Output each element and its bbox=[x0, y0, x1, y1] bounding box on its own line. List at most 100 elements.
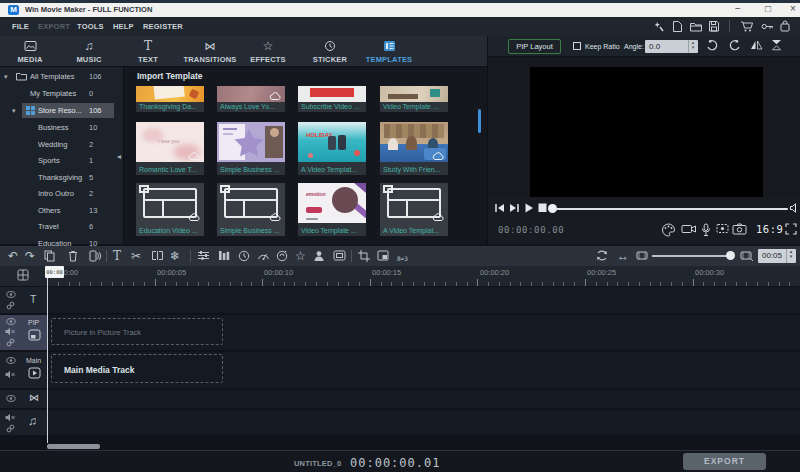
tab-effects[interactable]: ☆ EFFECTS bbox=[236, 39, 300, 64]
mute-icon[interactable] bbox=[5, 413, 15, 422]
tab-sticker[interactable]: STICKER bbox=[298, 39, 362, 64]
detach-icon[interactable] bbox=[151, 250, 164, 261]
sidebar-item-sports[interactable]: Sports1 bbox=[0, 153, 124, 168]
pip-mask-icon[interactable] bbox=[377, 250, 389, 261]
tab-music[interactable]: ♫ MUSIC bbox=[57, 39, 121, 64]
play-button[interactable] bbox=[524, 203, 534, 213]
timeline-horizontal-scrollbar[interactable] bbox=[47, 444, 100, 449]
color-palette-icon[interactable] bbox=[661, 223, 676, 237]
sidebar-item-others[interactable]: Others13 bbox=[0, 203, 124, 218]
split-scissors-icon[interactable]: ✂ bbox=[131, 249, 141, 263]
snapshot-camera-icon[interactable] bbox=[732, 223, 747, 235]
tab-text[interactable]: T TEXT bbox=[116, 39, 180, 64]
sidebar-item-business[interactable]: Business10 bbox=[0, 120, 124, 135]
angle-input[interactable]: 0.0▴▾ bbox=[645, 40, 698, 53]
template-card[interactable]: Thanksgiving Da... bbox=[136, 86, 204, 112]
rotate-ccw-icon[interactable] bbox=[706, 39, 719, 51]
eye-icon[interactable] bbox=[6, 357, 16, 364]
stop-button[interactable] bbox=[538, 203, 547, 213]
tab-transitions[interactable]: ⋈ TRANSITIONS bbox=[178, 39, 242, 64]
fit-timeline-icon[interactable]: ↔ bbox=[617, 249, 629, 263]
text-track-lane[interactable] bbox=[47, 287, 800, 313]
template-card[interactable]: Study With Frien... bbox=[380, 122, 448, 175]
duration-spinner[interactable]: ▴▾ bbox=[786, 249, 795, 263]
tab-templates[interactable]: TEMPLATES bbox=[357, 39, 421, 64]
sidebar-item-thanksgiving[interactable]: Thanksgiving5 bbox=[0, 170, 124, 185]
playhead-flag[interactable]: 00:00 bbox=[45, 266, 64, 278]
rotate-cw-icon[interactable] bbox=[728, 39, 741, 51]
menu-file[interactable]: FILE bbox=[12, 22, 29, 31]
duration-icon[interactable] bbox=[238, 250, 250, 262]
sidebar-item-store-resources[interactable]: ▾ Store Reso... 106 bbox=[0, 103, 124, 118]
effects-star-icon[interactable]: ☆ bbox=[295, 249, 306, 263]
seek-handle[interactable] bbox=[548, 204, 557, 213]
text-track-header[interactable]: T bbox=[0, 287, 47, 313]
menu-tools[interactable]: TOOLS bbox=[77, 22, 104, 31]
collapse-panel-arrow[interactable]: ◂ bbox=[117, 152, 121, 161]
new-project-icon[interactable] bbox=[672, 20, 683, 33]
record-screen-icon[interactable] bbox=[716, 223, 729, 234]
template-card[interactable]: HOLIDAY A Video Templat... bbox=[298, 122, 366, 175]
template-card[interactable]: Simple Business ... bbox=[217, 183, 285, 236]
speed-icon[interactable] bbox=[257, 250, 270, 261]
avatar-icon[interactable] bbox=[313, 250, 325, 262]
expand-arrow-icon[interactable]: ▾ bbox=[4, 73, 8, 81]
add-text-icon[interactable]: T bbox=[113, 249, 121, 263]
audio-track-lane[interactable] bbox=[47, 410, 800, 435]
expand-arrow-icon[interactable]: ▾ bbox=[12, 107, 16, 115]
template-card[interactable]: Simple Business ... bbox=[217, 122, 285, 175]
frame-badge[interactable]: 8=3 bbox=[397, 252, 408, 266]
undo-icon[interactable]: ↶ bbox=[8, 249, 18, 263]
pip-track-lane[interactable]: Picture in Picture Track bbox=[47, 315, 800, 350]
clip-duration-input[interactable]: 00:05▴▾ bbox=[758, 249, 796, 263]
link-icon[interactable] bbox=[6, 338, 15, 347]
aspect-ratio-display[interactable]: 16:9 bbox=[756, 223, 783, 235]
delete-icon[interactable] bbox=[68, 250, 78, 262]
sidebar-item-all-templates[interactable]: ▾ All Templates 106 bbox=[0, 69, 124, 84]
manage-tracks-icon[interactable] bbox=[17, 269, 29, 281]
minimize-button[interactable]: − bbox=[731, 3, 745, 14]
maximize-button[interactable]: □ bbox=[761, 3, 775, 14]
microphone-icon[interactable] bbox=[701, 223, 711, 237]
voiceover-icon[interactable] bbox=[88, 250, 101, 262]
timeline-zoom-slider[interactable] bbox=[652, 255, 730, 257]
audio-mixer-icon[interactable] bbox=[218, 250, 230, 261]
zoom-in-film-icon[interactable] bbox=[740, 251, 753, 261]
eye-icon[interactable] bbox=[6, 395, 16, 402]
mute-icon[interactable] bbox=[5, 370, 15, 379]
frame-icon[interactable] bbox=[333, 250, 346, 261]
zoom-out-film-icon[interactable] bbox=[636, 251, 648, 260]
template-card[interactable]: I love you Romantic Love T... bbox=[136, 122, 204, 175]
sidebar-item-intro-outro[interactable]: Intro Outro2 bbox=[0, 186, 124, 201]
crop-icon[interactable] bbox=[358, 250, 370, 262]
fullscreen-icon[interactable] bbox=[785, 223, 797, 235]
export-button[interactable]: EXPORT bbox=[683, 453, 766, 470]
eye-icon[interactable] bbox=[6, 318, 16, 325]
save-icon[interactable] bbox=[708, 20, 720, 33]
template-card[interactable]: Education Video ... bbox=[136, 183, 204, 236]
menu-register[interactable]: REGISTER bbox=[143, 22, 183, 31]
seek-bar[interactable] bbox=[552, 208, 788, 210]
link-icon[interactable] bbox=[6, 301, 15, 310]
keep-ratio-checkbox[interactable] bbox=[573, 42, 581, 50]
flip-horizontal-icon[interactable] bbox=[750, 39, 763, 51]
flip-vertical-icon[interactable] bbox=[770, 39, 783, 51]
angle-spinner[interactable]: ▴▾ bbox=[688, 40, 697, 53]
eye-icon[interactable] bbox=[6, 291, 16, 298]
purchase-bag-icon[interactable] bbox=[779, 20, 791, 33]
open-project-icon[interactable] bbox=[689, 20, 703, 33]
redo-icon[interactable]: ↷ bbox=[25, 249, 35, 263]
motion-icon[interactable] bbox=[276, 250, 288, 262]
audio-track-header[interactable]: ♫ bbox=[0, 410, 47, 435]
menu-help[interactable]: HELP bbox=[113, 22, 134, 31]
previous-frame-button[interactable] bbox=[494, 203, 505, 213]
template-card[interactable]: A Video Templat... bbox=[380, 183, 448, 236]
main-track-lane[interactable]: Main Media Track bbox=[47, 352, 800, 388]
loop-refresh-icon[interactable] bbox=[595, 249, 609, 262]
menu-export[interactable]: EXPORT bbox=[38, 22, 70, 31]
main-track-header[interactable]: Main bbox=[0, 352, 47, 388]
mute-icon[interactable] bbox=[5, 327, 15, 336]
copy-icon[interactable] bbox=[44, 250, 55, 262]
video-canvas[interactable] bbox=[530, 67, 763, 197]
adjust-icon[interactable] bbox=[197, 250, 210, 261]
